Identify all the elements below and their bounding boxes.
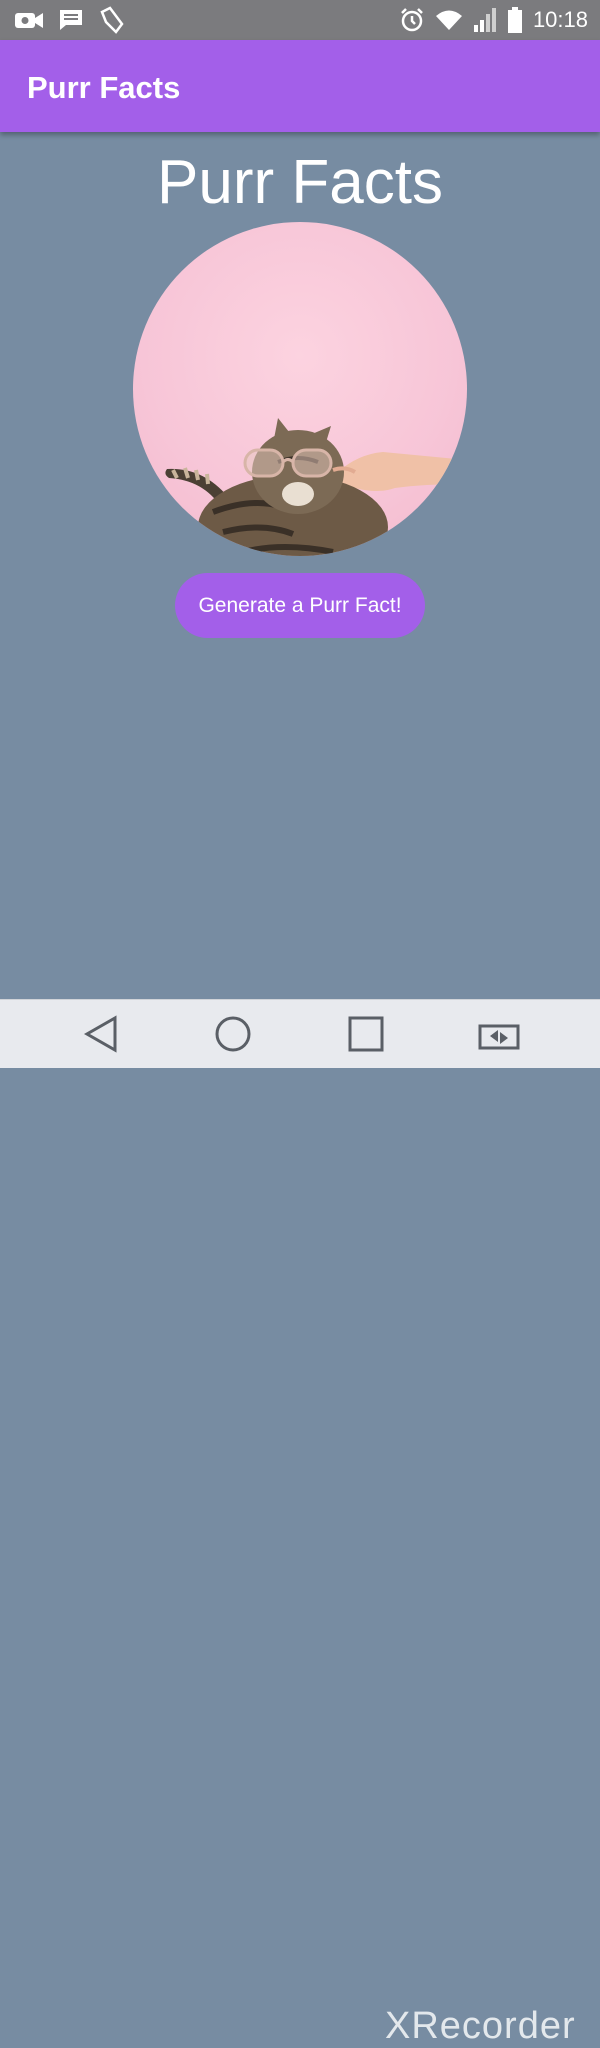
status-bar: 10:18: [0, 0, 600, 40]
generate-fact-button[interactable]: Generate a Purr Fact!: [175, 573, 425, 638]
rotate-icon[interactable]: [476, 1014, 522, 1054]
cat-photo: [133, 222, 467, 556]
page-title: Purr Facts: [157, 148, 443, 217]
alarm-icon: [401, 8, 423, 32]
status-time: 10:18: [532, 7, 588, 32]
video-icon: [15, 13, 43, 28]
battery-icon: [507, 7, 522, 33]
status-left-icons: [14, 6, 126, 34]
app-bar: Purr Facts: [0, 40, 600, 132]
app-bar-title: Purr Facts: [27, 70, 181, 105]
back-icon[interactable]: [83, 1014, 119, 1054]
wifi-icon: [435, 10, 462, 30]
signal-icon: [473, 8, 496, 32]
status-right-icons: 10:18: [399, 4, 588, 36]
pointer-icon: [100, 6, 124, 34]
message-icon: [60, 10, 82, 30]
recents-icon[interactable]: [346, 1014, 386, 1054]
cat-illustration: [165, 418, 467, 556]
home-icon[interactable]: [213, 1014, 253, 1054]
navigation-bar: XRecorder: [0, 999, 600, 2047]
xrecorder-watermark: XRecorder: [385, 2005, 576, 2047]
